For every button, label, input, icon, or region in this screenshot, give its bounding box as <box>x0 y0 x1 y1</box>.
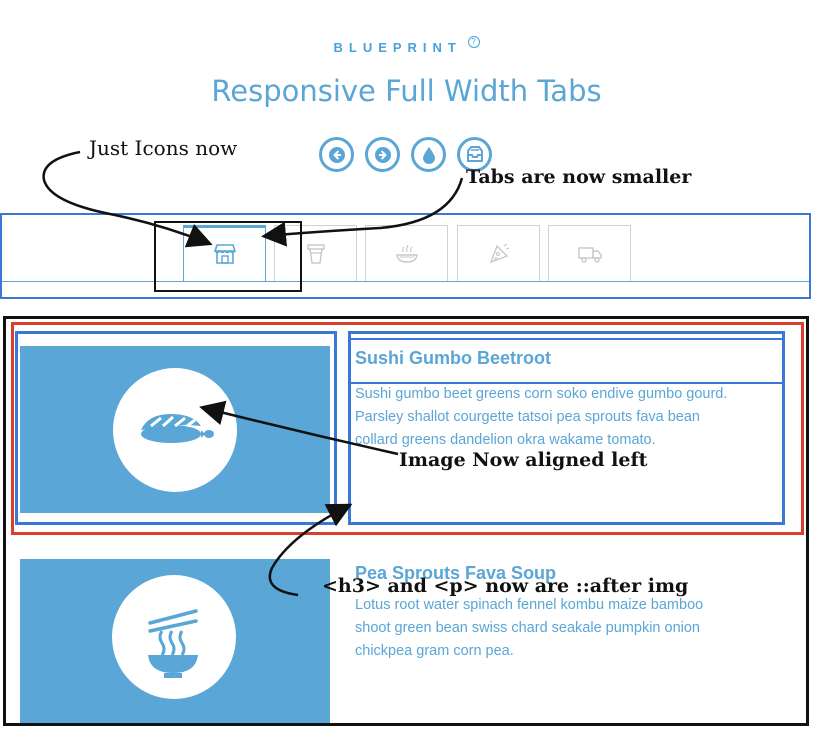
annotation-arrows <box>42 150 464 597</box>
arrow-tabs-smaller <box>261 177 464 247</box>
arrow-just-icons <box>42 150 213 248</box>
arrow-image-aligned <box>199 400 399 456</box>
arrow-after-img <box>268 503 353 597</box>
